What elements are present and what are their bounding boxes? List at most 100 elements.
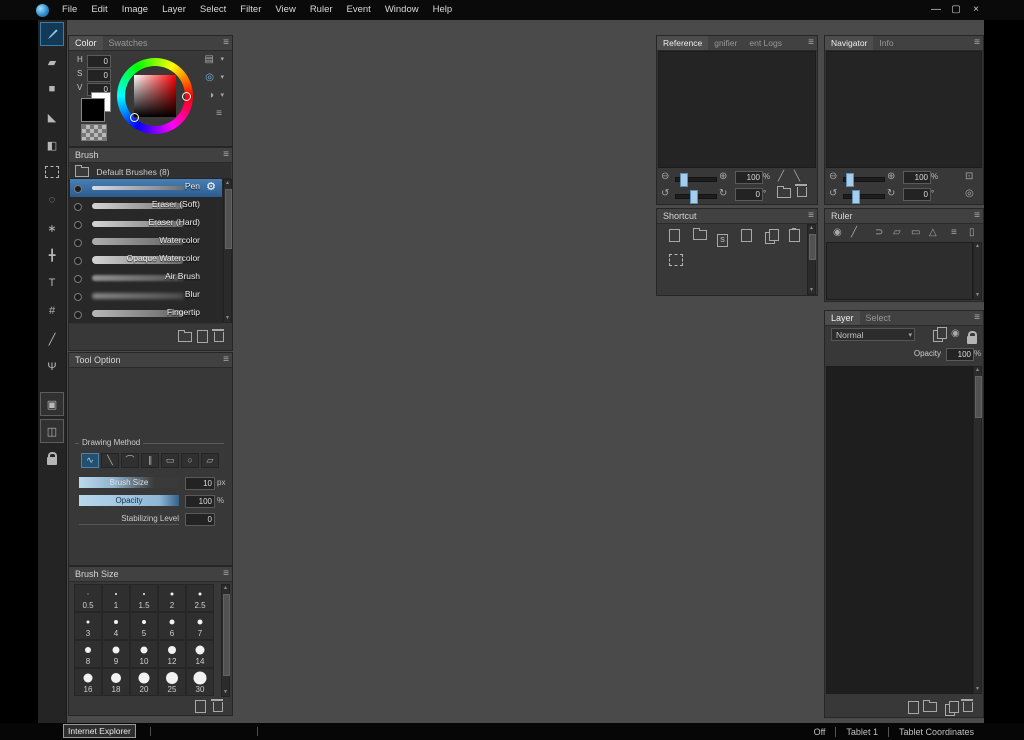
opacity-slider[interactable]: Opacity xyxy=(79,495,179,506)
ruler-scrollbar[interactable]: ▲ ▼ xyxy=(973,242,982,300)
tab-color[interactable]: Color xyxy=(69,36,103,50)
add-layer-folder-button[interactable] xyxy=(923,698,937,717)
opacity-value[interactable]: 100 xyxy=(185,495,215,508)
fill-rect-tool[interactable]: ■ xyxy=(40,77,64,101)
ruler-perspective-icon[interactable]: △ xyxy=(929,226,937,240)
panel-menu-icon[interactable]: ≡ xyxy=(974,209,980,223)
brush-size-scrollbar[interactable]: ▲ ▼ xyxy=(221,584,230,697)
duplicate-layer-button[interactable] xyxy=(945,701,959,721)
add-layer-button[interactable] xyxy=(908,701,919,719)
maximize-button[interactable]: ▢ xyxy=(946,2,966,17)
panel-toggle-b[interactable]: ◫ xyxy=(40,419,64,443)
size-cell[interactable]: 18 xyxy=(102,668,130,696)
pen-pick-icon[interactable]: ╲ xyxy=(794,170,800,184)
menu-edit[interactable]: Edit xyxy=(84,0,114,20)
eyedropper-tool[interactable]: ╱ xyxy=(40,327,64,351)
minimize-button[interactable]: — xyxy=(926,2,946,17)
clear-reference-button[interactable] xyxy=(795,183,807,202)
gradient-tool[interactable]: ◧ xyxy=(40,133,64,157)
ruler-grid-icon[interactable]: ▭ xyxy=(911,226,920,240)
palette-dropdown-icon[interactable]: ▾ xyxy=(220,53,224,67)
size-cell[interactable]: 3 xyxy=(74,612,102,640)
eraser-tool[interactable]: ▰ xyxy=(40,50,64,74)
lock-tool[interactable] xyxy=(40,447,64,471)
rotate-ccw-icon[interactable]: ↺ xyxy=(661,187,669,201)
panel-menu-icon[interactable]: ≡ xyxy=(223,567,229,581)
size-cell[interactable]: 9 xyxy=(102,640,130,668)
ruler-curve-icon[interactable]: ⊃ xyxy=(875,226,883,240)
menu-help[interactable]: Help xyxy=(426,0,460,20)
half-mode-icon[interactable]: ◑ xyxy=(208,89,214,103)
ruler-parallel-icon[interactable]: ▱ xyxy=(893,226,901,240)
tab-layer[interactable]: Layer xyxy=(825,311,860,325)
ruler-list[interactable] xyxy=(826,242,973,300)
navigator-zoom-value[interactable]: 100 xyxy=(903,171,931,184)
brush-size-slider[interactable]: Brush Size xyxy=(79,477,179,488)
saturation-value[interactable]: 0 xyxy=(87,69,111,82)
move-tool[interactable]: ╋ xyxy=(40,243,64,267)
size-cell[interactable]: 2 xyxy=(158,584,186,612)
tab-info[interactable]: Info xyxy=(873,36,899,50)
brush-item-pen[interactable]: Pen ⚙ xyxy=(70,179,222,198)
wheel-dropdown-icon[interactable]: ▾ xyxy=(220,71,224,85)
reference-rotate-slider[interactable] xyxy=(675,190,717,204)
size-cell[interactable]: 25 xyxy=(158,668,186,696)
shortcut-scrollbar[interactable]: ▲ ▼ xyxy=(807,224,816,295)
crop-tool[interactable]: # xyxy=(40,299,64,323)
zoom-in-icon[interactable]: ⊕ xyxy=(887,170,895,184)
method-ellipse[interactable]: ○ xyxy=(181,453,199,468)
size-cell[interactable]: 20 xyxy=(130,668,158,696)
method-line[interactable]: ╲ xyxy=(101,453,119,468)
size-cell[interactable]: 16 xyxy=(74,668,102,696)
delete-layer-button[interactable] xyxy=(961,698,973,717)
rotate-cw-icon[interactable]: ↻ xyxy=(887,187,895,201)
layer-list[interactable] xyxy=(826,366,973,694)
method-rectangle[interactable]: ▭ xyxy=(161,453,179,468)
delete-brush-button[interactable] xyxy=(212,328,224,347)
half-dropdown-icon[interactable]: ▾ xyxy=(220,89,224,103)
reference-zoom-slider[interactable] xyxy=(675,173,717,187)
ruler-page-icon[interactable]: ▯ xyxy=(969,226,975,240)
navigator-zoom-slider[interactable] xyxy=(843,173,885,187)
menu-window[interactable]: Window xyxy=(378,0,426,20)
layer-opacity-value[interactable]: 100 xyxy=(946,348,974,361)
shortcut-copy-button[interactable] xyxy=(765,229,779,249)
text-tool[interactable]: T xyxy=(40,271,64,295)
canvas-workspace[interactable]: ▰ ■ ◣ ◧ ◌ ∗ ╋ T # ╱ Ψ ▣ ◫ Color Swatches… xyxy=(38,20,984,723)
panel-menu-icon[interactable]: ≡ xyxy=(974,311,980,325)
zoom-in-icon[interactable]: ⊕ xyxy=(719,170,727,184)
zoom-out-icon[interactable]: ⊖ xyxy=(829,170,837,184)
brush-item-eraser-hard[interactable]: Eraser (Hard) xyxy=(70,215,222,234)
tab-event-logs[interactable]: ent Logs xyxy=(743,36,788,50)
reference-preview[interactable] xyxy=(658,51,816,168)
fit-view-icon[interactable]: ⊡ xyxy=(965,170,973,184)
ruler-lines-icon[interactable]: ≡ xyxy=(951,226,957,240)
shortcut-paste-button[interactable] xyxy=(789,228,800,247)
shortcut-new-button[interactable] xyxy=(669,229,680,247)
size-cell[interactable]: 12 xyxy=(158,640,186,668)
reference-zoom-value[interactable]: 100 xyxy=(735,171,763,184)
new-brush-folder-button[interactable] xyxy=(178,328,192,347)
layer-add-pixel-button[interactable] xyxy=(933,327,947,347)
shortcut-open-button[interactable] xyxy=(693,226,707,245)
tab-select[interactable]: Select xyxy=(860,311,897,325)
layer-visibility-icon[interactable]: ◉ xyxy=(951,327,960,341)
magic-wand-tool[interactable]: ∗ xyxy=(40,216,64,240)
wheel-mode-icon[interactable]: ◎ xyxy=(205,71,214,85)
menu-select[interactable]: Select xyxy=(193,0,233,20)
reference-angle-value[interactable]: 0 xyxy=(735,188,763,201)
method-polyline[interactable]: ∥ xyxy=(141,453,159,468)
stabilizing-level-value[interactable]: 0 xyxy=(185,513,215,526)
method-freehand[interactable]: ∿ xyxy=(81,453,99,468)
zoom-out-icon[interactable]: ⊖ xyxy=(661,170,669,184)
bucket-tool[interactable]: ◣ xyxy=(40,105,64,129)
size-cell[interactable]: 1 xyxy=(102,584,130,612)
rotate-cw-icon[interactable]: ↻ xyxy=(719,187,727,201)
ruler-visibility-icon[interactable]: ◉ xyxy=(833,226,842,240)
brush-item-air-brush[interactable]: Air Brush xyxy=(70,269,222,288)
eyedropper-icon[interactable]: ╱ xyxy=(778,170,784,184)
menu-ruler[interactable]: Ruler xyxy=(303,0,340,20)
size-cell[interactable]: 10 xyxy=(130,640,158,668)
method-polygon[interactable]: ▱ xyxy=(201,453,219,468)
menu-filter[interactable]: Filter xyxy=(233,0,268,20)
